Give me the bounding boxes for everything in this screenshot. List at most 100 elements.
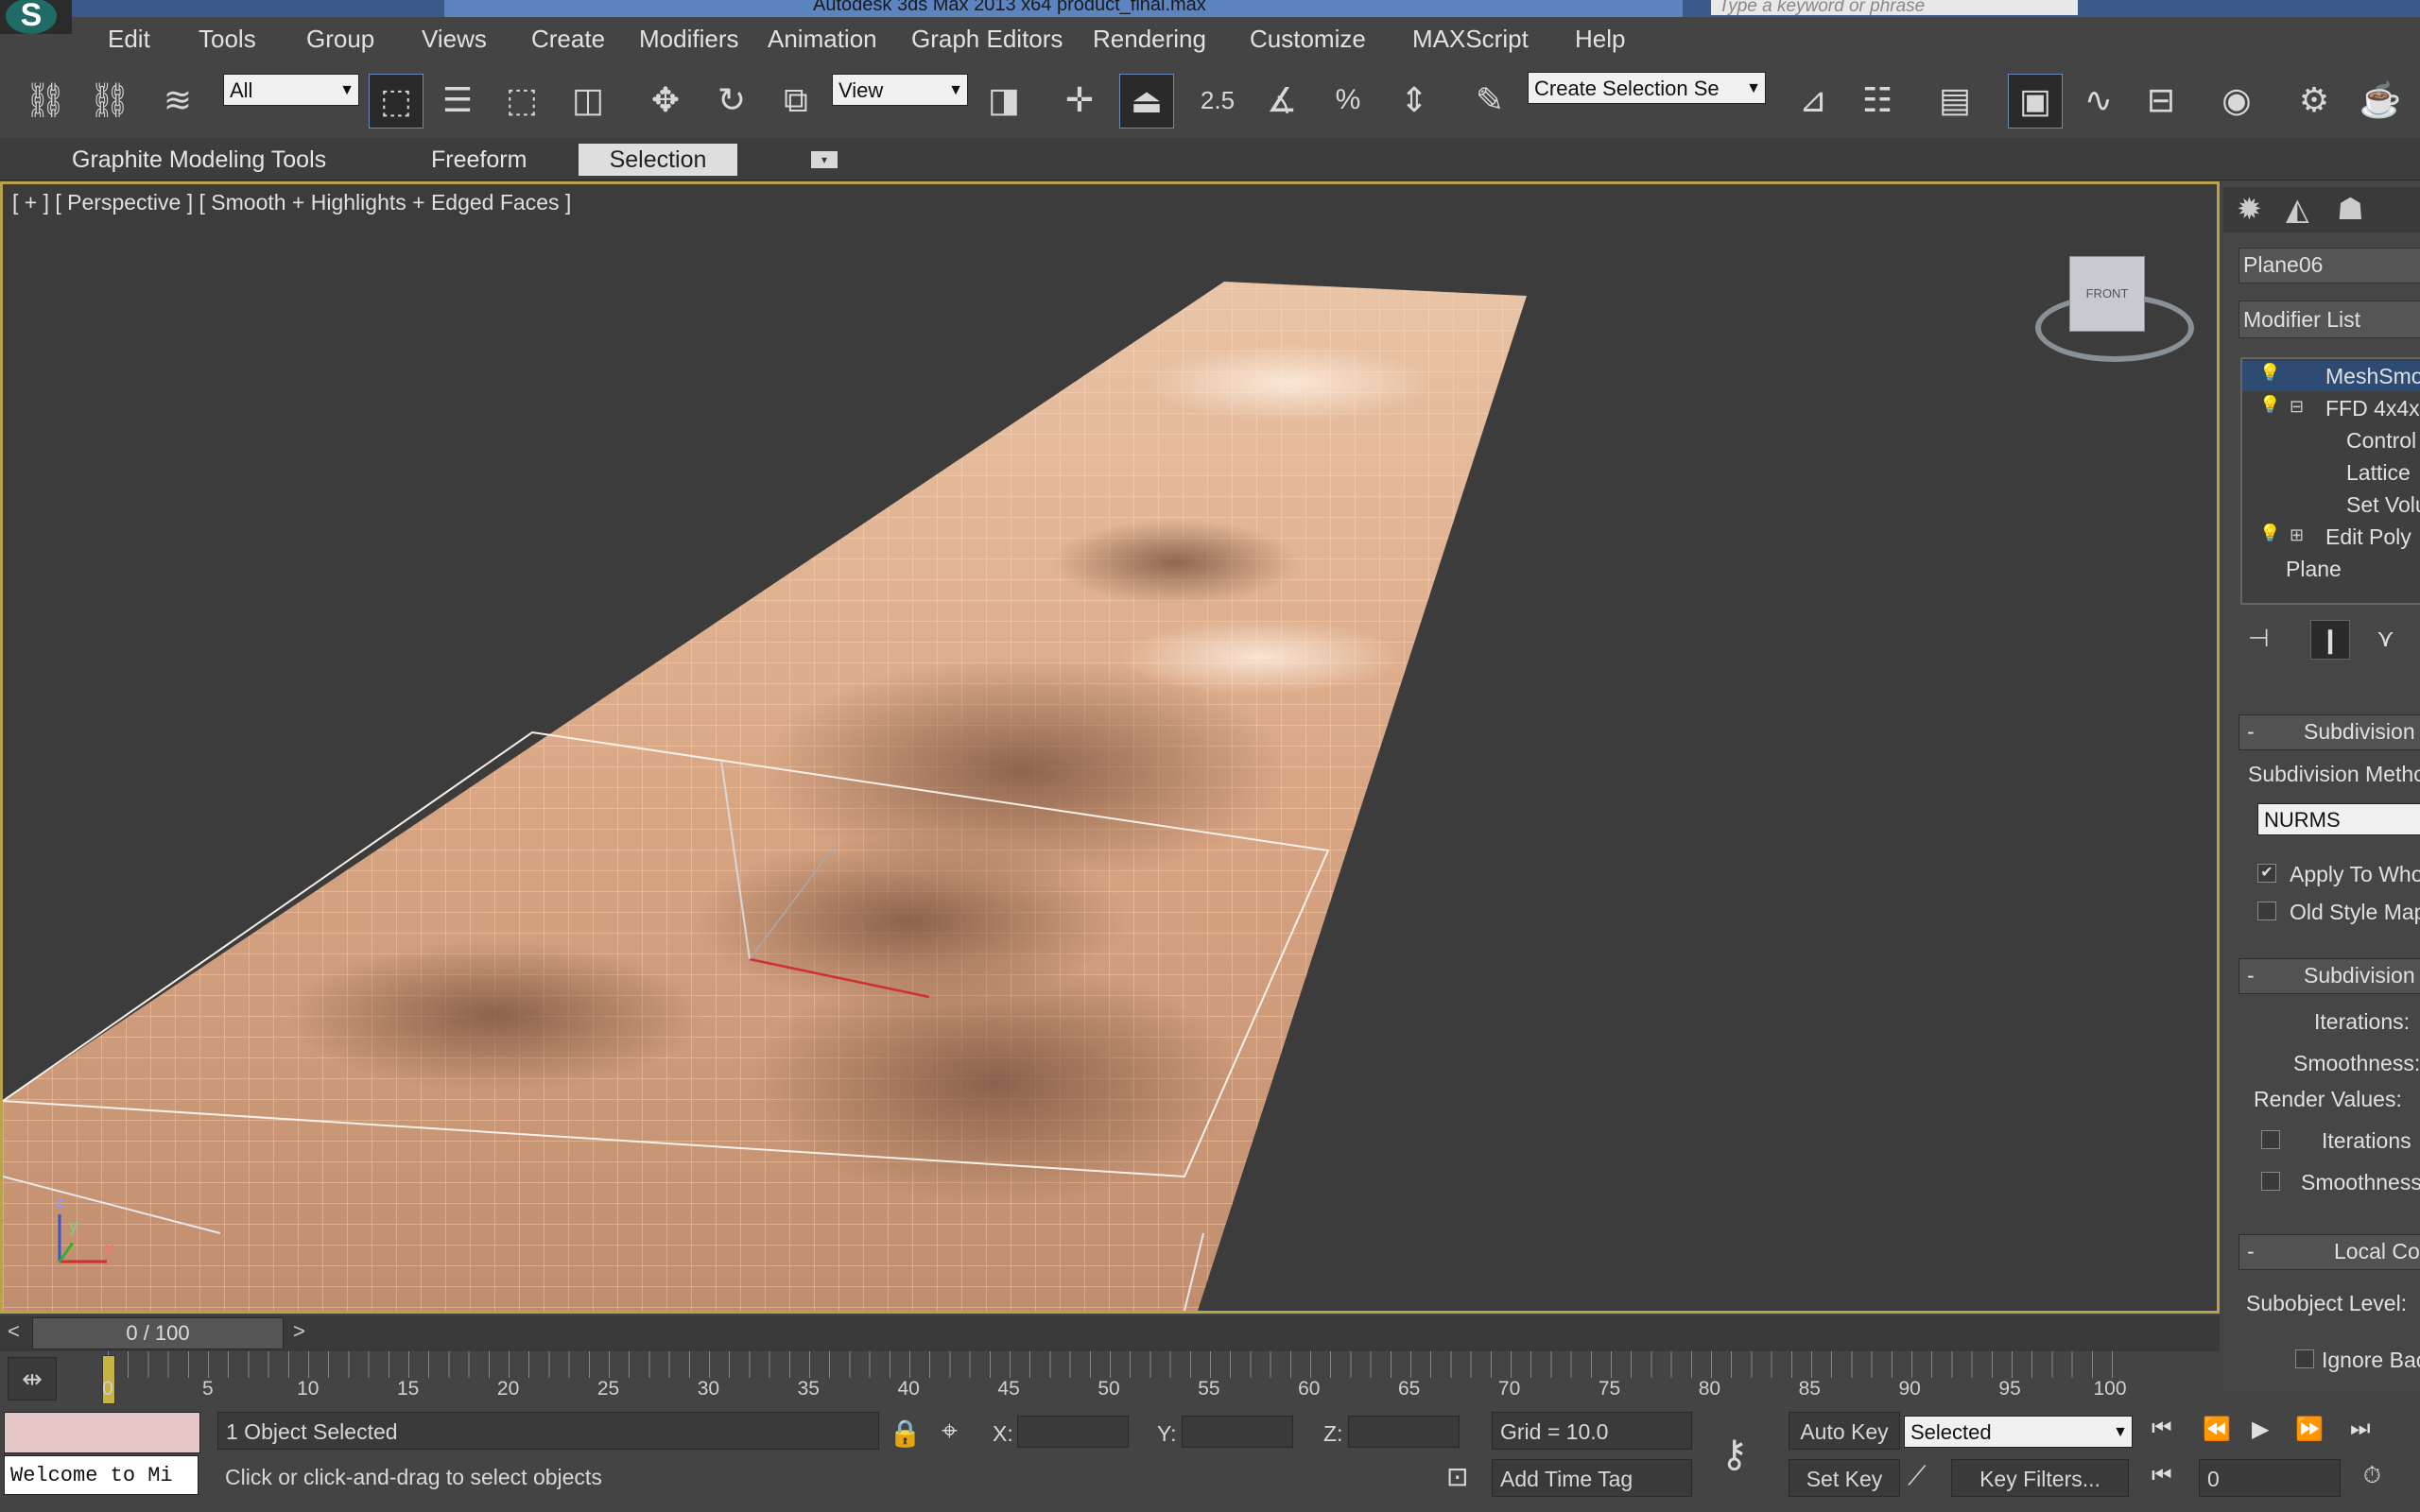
link-icon[interactable]: ⛓ — [19, 74, 72, 127]
z-coordinate-field[interactable] — [1348, 1416, 1460, 1448]
render-iterations-checkbox[interactable] — [2261, 1130, 2280, 1149]
menu-help[interactable]: Help — [1575, 25, 1625, 54]
menu-maxscript[interactable]: MAXScript — [1412, 25, 1529, 54]
time-slider-prev[interactable]: < — [8, 1319, 20, 1344]
time-slider-thumb[interactable]: 0 / 100 — [32, 1317, 284, 1349]
tab-graphite-modeling-tools[interactable]: Graphite Modeling Tools — [59, 144, 339, 176]
curve-editor-icon[interactable]: ∿ — [2072, 74, 2125, 127]
ignore-backfacing-checkbox[interactable] — [2295, 1349, 2314, 1368]
play-icon[interactable]: ▶ — [2252, 1416, 2269, 1443]
stack-item-plane[interactable]: Plane — [2286, 557, 2342, 582]
key-mode-toggle-icon[interactable]: ⏮ — [2152, 1463, 2172, 1489]
viewcube-icon[interactable]: FRONT — [2069, 256, 2145, 332]
reference-coordinate-dropdown[interactable]: View ▼ — [832, 74, 968, 106]
bind-space-warp-icon[interactable]: ≋ — [151, 74, 204, 127]
tab-freeform[interactable]: Freeform — [418, 144, 540, 176]
time-slider[interactable]: < 0 / 100 > — [0, 1315, 2220, 1351]
default-tangent-icon[interactable]: ⟋ — [1908, 1461, 1927, 1492]
expand-icon[interactable]: ⊞ — [2290, 525, 2304, 545]
modifier-list-dropdown[interactable]: Modifier List — [2238, 301, 2420, 338]
stack-item-ffd[interactable]: 💡 ⊟ FFD 4x4x4 — [2242, 393, 2420, 423]
apply-to-whole-mesh-checkbox[interactable]: ✔ — [2257, 864, 2276, 883]
angle-snap-icon[interactable]: ∡ — [1255, 74, 1308, 127]
mirror-icon[interactable]: ⊿ — [1787, 74, 1840, 127]
menu-modifiers[interactable]: Modifiers — [639, 25, 738, 54]
select-manipulate-icon[interactable]: ✛ — [1053, 74, 1106, 127]
stack-item-edit-poly[interactable]: 💡 ⊞ Edit Poly — [2242, 522, 2420, 552]
selection-filter-dropdown[interactable]: All ▼ — [223, 74, 359, 106]
menu-customize[interactable]: Customize — [1250, 25, 1366, 54]
percent-snap-icon[interactable]: % — [1322, 74, 1374, 127]
key-filters-button[interactable]: Key Filters... — [1951, 1459, 2129, 1497]
time-tag-icon[interactable]: ⊡ — [1446, 1461, 1468, 1492]
menu-edit[interactable]: Edit — [108, 25, 150, 54]
set-key-icon[interactable]: ⚷ — [1720, 1433, 1748, 1476]
perspective-viewport[interactable]: [ + ] [ Perspective ] [ Smooth + Highlig… — [0, 181, 2220, 1314]
rectangular-selection-icon[interactable]: ⬚ — [495, 74, 548, 127]
go-to-start-icon[interactable]: ⏮ — [2152, 1416, 2172, 1442]
set-key-button[interactable]: Set Key — [1789, 1459, 1900, 1497]
select-by-name-icon[interactable]: ☰ — [431, 74, 484, 127]
window-crossing-icon[interactable]: ◫ — [562, 74, 614, 127]
render-setup-icon[interactable]: ⚙ — [2288, 74, 2341, 127]
stack-item-lattice[interactable]: Lattice — [2346, 460, 2411, 486]
render-smoothness-checkbox[interactable] — [2261, 1172, 2280, 1191]
modify-tab-icon[interactable]: ◭ — [2286, 191, 2309, 227]
menu-create[interactable]: Create — [531, 25, 605, 54]
menu-tools[interactable]: Tools — [199, 25, 256, 54]
object-name-field[interactable]: Plane06 — [2238, 248, 2420, 284]
collapse-icon[interactable]: ⊟ — [2290, 397, 2304, 417]
schematic-view-icon[interactable]: ⊟ — [2135, 74, 2187, 127]
subdivision-method-dropdown[interactable]: NURMS — [2257, 803, 2420, 835]
snaps-toggle-icon[interactable]: 2.5 — [1191, 74, 1244, 127]
menu-group[interactable]: Group — [306, 25, 374, 54]
maxscript-mini-listener[interactable]: Welcome to Mi — [4, 1455, 199, 1495]
absolute-mode-icon[interactable]: ⌖ — [942, 1416, 958, 1448]
material-editor-icon[interactable]: ◉ — [2210, 74, 2263, 127]
spinner-snap-icon[interactable]: ⇕ — [1388, 74, 1441, 127]
hierarchy-tab-icon[interactable]: ☗ — [2337, 191, 2364, 227]
maxscript-listener-pink[interactable] — [4, 1412, 200, 1453]
rollout-subdivision-method[interactable]: - Subdivision Method — [2238, 714, 2420, 750]
lightbulb-icon[interactable]: 💡 — [2259, 363, 2280, 383]
old-style-mapping-checkbox[interactable] — [2257, 902, 2276, 920]
move-icon[interactable]: ✥ — [639, 74, 692, 127]
menu-views[interactable]: Views — [422, 25, 487, 54]
rollout-local-control[interactable]: - Local Control — [2238, 1234, 2420, 1270]
edit-named-selection-icon[interactable]: ✎ — [1463, 74, 1516, 127]
rotate-icon[interactable]: ↻ — [705, 74, 758, 127]
menu-rendering[interactable]: Rendering — [1093, 25, 1206, 54]
auto-key-button[interactable]: Auto Key — [1789, 1412, 1900, 1450]
track-bar[interactable]: ⇹ 0 5 10 15 20 25 30 35 40 45 50 55 60 65 70 75 80 85 90 95… — [0, 1351, 2220, 1406]
lock-icon[interactable]: 🔒 — [889, 1418, 922, 1449]
application-button[interactable]: S — [0, 0, 72, 34]
make-unique-icon[interactable]: ⋎ — [2377, 624, 2394, 653]
stack-item-meshsmooth[interactable]: 💡 MeshSmooth — [2242, 361, 2420, 391]
create-tab-icon[interactable]: ✹ — [2237, 191, 2262, 227]
lightbulb-icon[interactable]: 💡 — [2259, 524, 2280, 543]
curve-editor-mini-icon[interactable]: ⇹ — [8, 1357, 57, 1400]
current-frame-field[interactable]: 0 — [2199, 1459, 2341, 1497]
layer-manager-icon[interactable]: ▤ — [1928, 74, 1981, 127]
go-to-end-icon[interactable]: ⏭ — [2350, 1416, 2371, 1442]
stack-item-set-volume[interactable]: Set Volume — [2346, 492, 2420, 518]
add-time-tag-button[interactable]: Add Time Tag — [1492, 1459, 1692, 1497]
menu-graph-editors[interactable]: Graph Editors — [911, 25, 1063, 54]
tab-selection[interactable]: Selection — [579, 144, 737, 176]
render-frame-icon[interactable]: ☕ — [2354, 74, 2407, 127]
time-configuration-icon[interactable]: ⏱ — [2363, 1463, 2381, 1489]
search-input[interactable]: Type a keyword or phrase — [1711, 0, 2078, 15]
graphite-toggle-icon[interactable]: ▣ — [2008, 74, 2063, 129]
align-icon[interactable]: ☷ — [1851, 74, 1904, 127]
unlink-icon[interactable]: ⛓ — [83, 74, 136, 127]
named-selection-sets-dropdown[interactable]: Create Selection Se ▼ — [1528, 72, 1766, 104]
next-frame-icon[interactable]: ⏩ — [2295, 1416, 2324, 1443]
keyboard-shortcut-override-icon[interactable]: ⏏ — [1119, 74, 1174, 129]
key-mode-dropdown[interactable]: Selected ▼ — [1904, 1416, 2133, 1448]
ribbon-options-icon[interactable]: ▾ — [811, 151, 838, 168]
time-slider-next[interactable]: > — [293, 1319, 305, 1344]
lightbulb-icon[interactable]: 💡 — [2259, 395, 2280, 415]
scale-icon[interactable]: ⧉ — [769, 74, 822, 127]
x-coordinate-field[interactable] — [1017, 1416, 1129, 1448]
select-object-icon[interactable]: ⬚ — [369, 74, 424, 129]
